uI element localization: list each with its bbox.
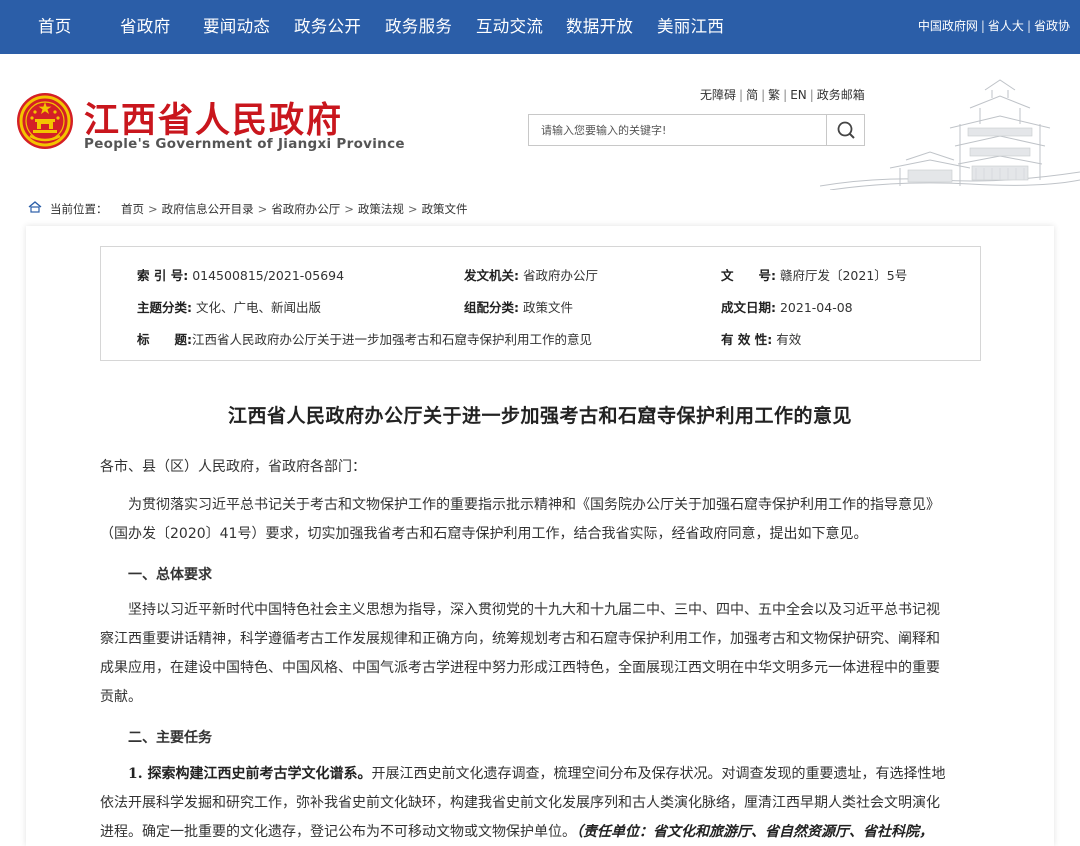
breadcrumb-policies[interactable]: 政策法规	[358, 202, 404, 216]
nav-item-services[interactable]: 政务服务	[385, 0, 452, 54]
meta-date: 成文日期: 2021-04-08	[721, 300, 853, 315]
nav-item-open-data[interactable]: 数据开放	[566, 0, 633, 54]
meta-topic: 主题分类: 文化、广电、新闻出版	[137, 300, 321, 315]
quick-links: 中国政府网 | 省人大 | 省政协	[917, 19, 1070, 33]
breadcrumb-general-office[interactable]: 省政府办公厅	[271, 202, 340, 216]
link-english[interactable]: EN	[790, 88, 807, 102]
site-header: 江西省人民政府 People's Government of Jiangxi P…	[0, 54, 1080, 190]
link-simplified-chinese[interactable]: 简	[746, 88, 758, 102]
top-nav-bar: 首页 省政府 要闻动态 政务公开 政务服务 互动交流 数据开放 美丽江西 中国政…	[0, 0, 1080, 54]
national-emblem-icon	[17, 93, 73, 149]
nav-item-news[interactable]: 要闻动态	[203, 0, 270, 54]
breadcrumb: 当前位置： 首页 > 政府信息公开目录 > 省政府办公厅 > 政策法规 > 政策文件	[0, 190, 1080, 224]
link-traditional-chinese[interactable]: 繁	[768, 88, 780, 102]
meta-index-number: 索 引 号: 014500815/2021-05694	[137, 268, 345, 283]
breadcrumb-info-directory[interactable]: 政府信息公开目录	[162, 202, 254, 216]
meta-validity: 有 效 性: 有效	[721, 332, 802, 347]
task-1-paragraph: 1. 探索构建江西史前考古学文化谱系。开展江西史前文化遗存调查，梳理空间分布及保…	[100, 766, 946, 840]
section-heading-general: 一、总体要求	[128, 567, 212, 583]
meta-document-number: 文 号: 赣府厅发〔2021〕5号	[721, 268, 908, 283]
document-metadata: 索 引 号: 014500815/2021-05694 发文机关: 省政府办公厅…	[100, 246, 981, 361]
nav-item-disclosure[interactable]: 政务公开	[294, 0, 361, 54]
task-1-responsible-units: （责任单位：省文化和旅游厅、省自然资源厅、省社科院，	[576, 824, 933, 840]
meta-title: 标 题:江西省人民政府办公厅关于进一步加强考古和石窟寺保护利用工作的意见	[137, 332, 593, 347]
salutation: 各市、县（区）人民政府，省政府各部门：	[100, 459, 366, 475]
breadcrumb-home[interactable]: 首页	[121, 202, 144, 216]
link-central-government[interactable]: 中国政府网	[918, 19, 978, 33]
breadcrumb-label: 当前位置：	[50, 202, 108, 216]
search-box	[528, 114, 865, 146]
section-heading-tasks: 二、主要任务	[128, 730, 212, 746]
document-title: 江西省人民政府办公厅关于进一步加强考古和石窟寺保护利用工作的意见	[227, 405, 852, 427]
link-accessibility[interactable]: 无障碍	[700, 88, 736, 102]
nav-item-government[interactable]: 省政府	[120, 0, 170, 54]
nav-item-beautiful-jiangxi[interactable]: 美丽江西	[657, 0, 724, 54]
link-provincial-congress[interactable]: 省人大	[988, 19, 1024, 33]
breadcrumb-policy-docs[interactable]: 政策文件	[422, 202, 468, 216]
meta-issuer: 发文机关: 省政府办公厅	[464, 268, 598, 283]
nav-item-interaction[interactable]: 互动交流	[476, 0, 543, 54]
breadcrumb-path: 首页 > 政府信息公开目录 > 省政府办公厅 > 政策法规 > 政策文件	[121, 202, 468, 216]
nav-item-home[interactable]: 首页	[38, 0, 72, 54]
search-input[interactable]	[529, 115, 825, 145]
intro-paragraph: 为贯彻落实习近平总书记关于考古和文物保护工作的重要指示批示精神和《国务院办公厅关…	[100, 497, 940, 542]
tengwang-pavilion-illustration	[820, 79, 1080, 190]
link-provincial-cppcc[interactable]: 省政协	[1034, 19, 1070, 33]
meta-category: 组配分类: 政策文件	[464, 300, 573, 315]
task-1-title: 1. 探索构建江西史前考古学文化谱系。	[128, 766, 372, 782]
home-icon	[28, 201, 42, 213]
article-panel: 索 引 号: 014500815/2021-05694 发文机关: 省政府办公厅…	[26, 226, 1054, 846]
general-requirements-paragraph: 坚持以习近平新时代中国特色社会主义思想为指导，深入贯彻党的十九大和十九届二中、三…	[100, 602, 940, 705]
site-subtitle: People's Government of Jiangxi Province	[84, 136, 405, 152]
